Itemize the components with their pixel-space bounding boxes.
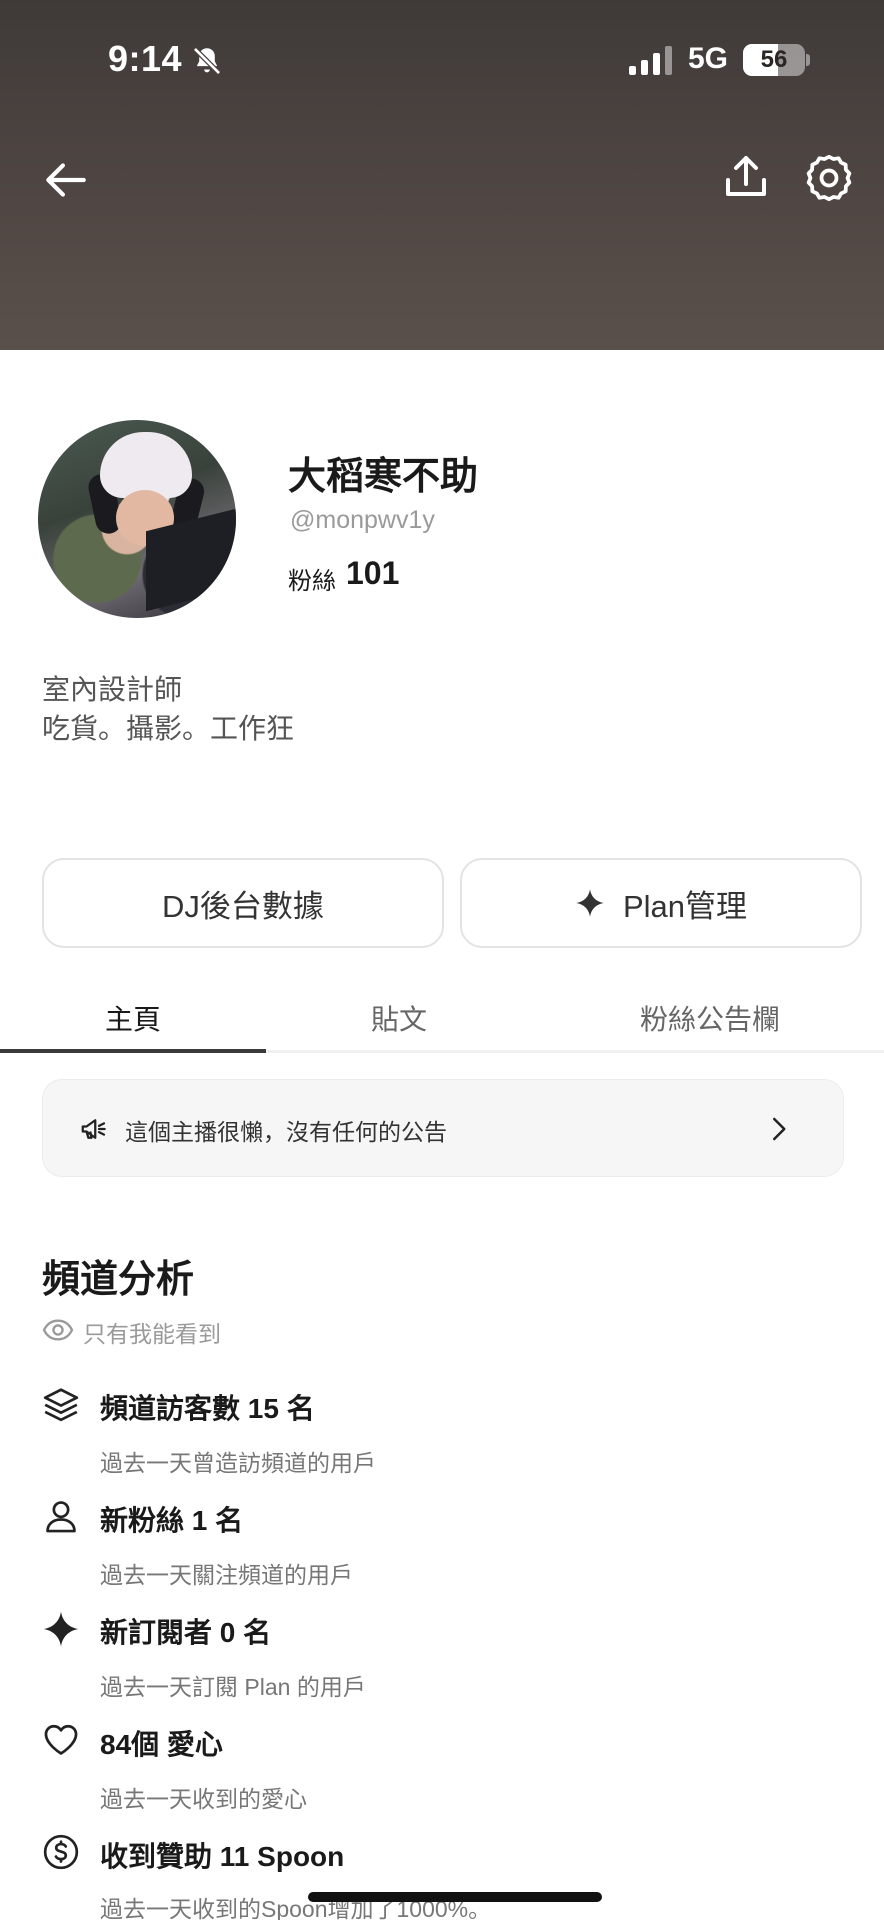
heart-icon bbox=[44, 1724, 78, 1755]
dj-dashboard-label: DJ後台數據 bbox=[162, 888, 324, 924]
stat-hearts-subtitle: 過去一天收到的愛心 bbox=[100, 1786, 307, 1812]
fans-label: 粉絲 bbox=[288, 568, 336, 595]
announcement-text: 這個主播很懶，沒有任何的公告 bbox=[125, 1119, 447, 1145]
announcement-banner[interactable]: 這個主播很懶，沒有任何的公告 bbox=[42, 1079, 844, 1177]
user-handle: @monpwv1y bbox=[290, 506, 435, 534]
dj-dashboard-button[interactable]: DJ後台數據 bbox=[42, 858, 444, 948]
status-time: 9:14 bbox=[108, 38, 183, 79]
gear-icon[interactable] bbox=[804, 153, 854, 203]
sparkle-icon bbox=[576, 889, 604, 917]
tab-fan-board[interactable]: 粉絲公告欄 bbox=[560, 998, 860, 1050]
avatar-detail bbox=[100, 432, 192, 498]
active-tab-indicator bbox=[0, 1049, 266, 1053]
battery-indicator: 56 bbox=[743, 44, 805, 76]
megaphone-icon bbox=[81, 1119, 106, 1139]
stat-new-fans-subtitle: 過去一天關注頻道的用戶 bbox=[100, 1562, 353, 1588]
home-indicator bbox=[308, 1892, 602, 1902]
tab-home[interactable]: 主頁 bbox=[0, 998, 266, 1050]
chevron-right-icon bbox=[773, 1117, 786, 1141]
plan-manage-button[interactable]: Plan管理 bbox=[460, 858, 862, 948]
avatar[interactable] bbox=[38, 420, 236, 618]
network-type: 5G bbox=[688, 42, 729, 75]
battery-tip bbox=[806, 54, 810, 66]
stat-new-subscribers-title: 新訂閱者 0 名 bbox=[100, 1617, 272, 1648]
fans-count[interactable]: 101 bbox=[346, 555, 399, 592]
stat-new-fans-title: 新粉絲 1 名 bbox=[100, 1505, 244, 1536]
battery-level: 56 bbox=[760, 46, 788, 73]
bio-line: 室內設計師 bbox=[42, 674, 183, 705]
sparkle-icon bbox=[43, 1611, 79, 1647]
bio-line: 吃貨。攝影。工作狂 bbox=[42, 713, 295, 744]
cellular-signal-icon bbox=[629, 46, 672, 75]
layers-icon bbox=[43, 1388, 79, 1422]
channel-analytics-title: 頻道分析 bbox=[42, 1259, 195, 1301]
bell-muted-icon bbox=[193, 47, 221, 75]
eye-icon bbox=[42, 1319, 74, 1341]
visibility-label: 只有我能看到 bbox=[83, 1321, 221, 1347]
stat-visitors-title: 頻道訪客數 15 名 bbox=[100, 1393, 315, 1424]
share-icon[interactable] bbox=[722, 152, 770, 204]
stat-visitors-subtitle: 過去一天曾造訪頻道的用戶 bbox=[100, 1450, 376, 1476]
dollar-coin-icon bbox=[43, 1834, 79, 1870]
stat-sponsorship-title: 收到贊助 11 Spoon bbox=[100, 1841, 345, 1872]
tab-posts[interactable]: 貼文 bbox=[266, 998, 532, 1050]
display-name: 大稻寒不助 bbox=[288, 456, 479, 498]
person-icon bbox=[46, 1501, 76, 1533]
stat-hearts-title: 84個 愛心 bbox=[100, 1729, 223, 1760]
stat-new-subscribers-subtitle: 過去一天訂閱 Plan 的用戶 bbox=[100, 1674, 366, 1700]
plan-manage-label: Plan管理 bbox=[622, 888, 748, 924]
back-arrow-icon[interactable] bbox=[40, 155, 90, 205]
